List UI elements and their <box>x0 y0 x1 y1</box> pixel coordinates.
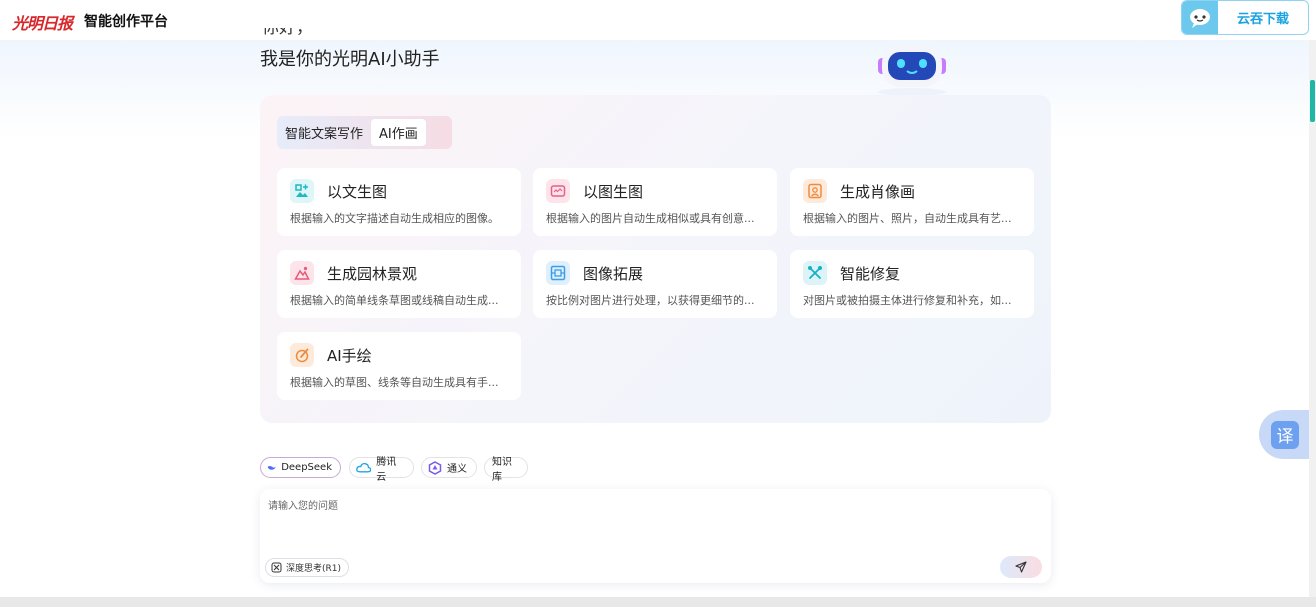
tool-description: 对图片或被拍摄主体进行修复和补充，如... <box>803 294 1012 307</box>
tool-title: 智能修复 <box>840 265 901 283</box>
text-to-image-icon <box>290 179 314 203</box>
tool-title: 生成园林景观 <box>327 265 418 283</box>
tool-description: 根据输入的图片自动生成相似或具有创意... <box>546 212 755 225</box>
tool-description: 根据输入的草图、线条等自动生成具有手... <box>290 376 499 389</box>
tool-card-portrait[interactable]: 生成肖像画 根据输入的图片、照片，自动生成具有艺... <box>790 168 1034 236</box>
tool-card-text-to-image[interactable]: 以文生图 根据输入的文字描述自动生成相应的图像。 <box>277 168 521 236</box>
greeting-partial: 你好， <box>262 28 313 38</box>
deep-think-label: 深度思考(R1) <box>286 564 342 574</box>
deep-think-toggle[interactable]: 深度思考(R1) <box>265 558 350 577</box>
page-scrollbar[interactable] <box>1309 40 1316 597</box>
chat-bubble-icon <box>1182 1 1218 34</box>
question-input[interactable] <box>268 497 1038 545</box>
robot-mascot-icon <box>872 40 952 96</box>
model-label: 腾讯云 <box>376 456 397 483</box>
send-button[interactable] <box>1000 556 1042 578</box>
hand-drawing-icon <box>290 343 314 367</box>
tab-ai-painting[interactable]: AI作画 <box>371 119 426 146</box>
repair-icon <box>803 261 827 285</box>
assistant-greeting: 我是你的光明AI小助手 <box>260 49 440 70</box>
tool-card-image-to-image[interactable]: 以图生图 根据输入的图片自动生成相似或具有创意... <box>533 168 777 236</box>
chat-input-box: 深度思考(R1) <box>260 489 1051 583</box>
category-tabs: 智能文案写作 AI作画 <box>277 116 452 149</box>
tencent-cloud-icon <box>356 462 372 473</box>
model-label: DeepSeek <box>281 462 332 473</box>
expand-image-icon <box>546 261 570 285</box>
bottom-edge <box>0 597 1316 607</box>
tool-title: AI手绘 <box>327 347 372 365</box>
image-to-image-icon <box>546 179 570 203</box>
deepseek-whale-icon <box>267 465 276 470</box>
platform-title: 智能创作平台 <box>84 14 168 30</box>
tool-description: 根据输入的文字描述自动生成相应的图像。 <box>290 212 499 225</box>
model-chip-tongyi[interactable]: 通义 <box>421 457 477 478</box>
tab-copywriting[interactable]: 智能文案写作 <box>283 119 371 146</box>
tool-title: 生成肖像画 <box>840 183 916 201</box>
ai-tools-panel: 智能文案写作 AI作画 以文生图 根据输入的文字描述自动生成相应的图像。 以图生… <box>260 95 1051 423</box>
tool-card-landscape[interactable]: 生成园林景观 根据输入的简单线条草图或线稿自动生成... <box>277 250 521 318</box>
tool-card-ai-hand-drawing[interactable]: AI手绘 根据输入的草图、线条等自动生成具有手... <box>277 332 521 400</box>
download-label: 云吞下载 <box>1236 12 1289 27</box>
tool-title: 以图生图 <box>583 183 644 201</box>
deep-think-icon <box>271 562 282 573</box>
send-icon <box>1015 561 1027 573</box>
tool-card-smart-repair[interactable]: 智能修复 对图片或被拍摄主体进行修复和补充，如... <box>790 250 1034 318</box>
download-button[interactable]: 云吞下载 <box>1181 0 1309 35</box>
model-chip-deepseek[interactable]: DeepSeek <box>260 457 341 478</box>
guangming-daily-logo[interactable]: 光明日报 <box>12 10 73 34</box>
tongyi-icon <box>428 460 442 475</box>
model-label: 通义 <box>447 464 467 475</box>
tool-title: 图像拓展 <box>583 265 644 283</box>
translate-icon: 译 <box>1271 420 1299 449</box>
landscape-icon <box>290 261 314 285</box>
model-chip-tencent-cloud[interactable]: 腾讯云 <box>349 457 414 483</box>
model-chip-knowledge-base[interactable]: 知识库 <box>484 457 528 483</box>
tool-description: 根据输入的图片、照片，自动生成具有艺... <box>803 212 1012 225</box>
portrait-icon <box>803 179 827 203</box>
tool-description: 根据输入的简单线条草图或线稿自动生成... <box>290 294 499 307</box>
tool-description: 按比例对图片进行处理，以获得更细节的... <box>546 294 755 307</box>
top-header: 光明日报 智能创作平台 云吞下载 <box>0 0 1316 40</box>
tool-title: 以文生图 <box>327 183 388 201</box>
translate-float-button[interactable]: 译 <box>1259 410 1316 459</box>
tool-card-image-expand[interactable]: 图像拓展 按比例对图片进行处理，以获得更细节的... <box>533 250 777 318</box>
model-label: 知识库 <box>492 456 512 483</box>
scrollbar-thumb[interactable] <box>1310 80 1315 122</box>
